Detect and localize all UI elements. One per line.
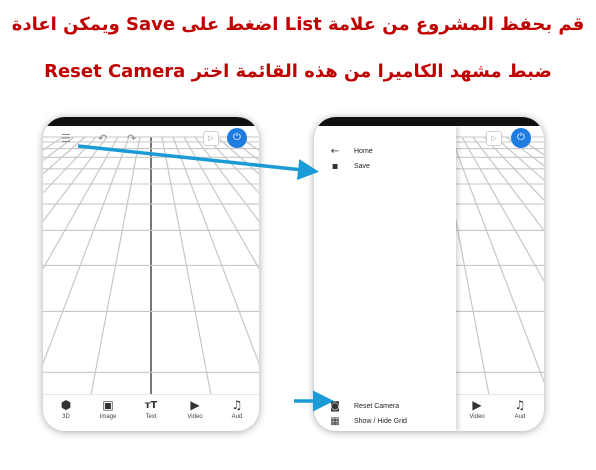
text-icon: тT: [144, 400, 158, 411]
menu-item-home[interactable]: ← Home: [314, 145, 456, 159]
music-icon: ♫: [231, 398, 243, 412]
video-icon: ▶: [190, 398, 200, 412]
bottom-item-text[interactable]: тT Text: [131, 398, 171, 422]
redo-icon[interactable]: ↷: [127, 132, 136, 146]
navigation-drawer: ← Home ▪ Save ◙ Reset Camera ▦ Show / Hi…: [314, 126, 456, 431]
bottom-item-audio[interactable]: ♫ Aud: [217, 398, 257, 422]
bottom-item-image[interactable]: ▣ Image: [88, 398, 128, 422]
menu-item-show-hide-grid[interactable]: ▦ Show / Hide Grid: [314, 415, 456, 429]
menu-icon[interactable]: ☰: [61, 132, 71, 146]
caption-line-1: قم بحفظ المشروع من علامة List اضغط على S…: [11, 14, 585, 35]
menu-item-save[interactable]: ▪ Save: [314, 160, 456, 174]
grid-icon: ▦: [330, 416, 340, 427]
image-icon: ▣: [102, 398, 114, 412]
bottom-item-label: Aud: [231, 414, 243, 420]
undo-icon[interactable]: ↶: [98, 132, 107, 146]
music-icon: ♫: [514, 398, 526, 412]
editor-toolbar: ☰ ↶ ↷ ▷ ⏻: [43, 126, 259, 154]
bottom-toolbar: ⬢ 3D ▣ Image тT Text ▶ Video ♫ Aud: [43, 394, 259, 431]
bottom-item-3d[interactable]: ⬢ 3D: [46, 398, 86, 422]
bottom-item-label: Image: [99, 414, 117, 420]
3d-grid-floor: [43, 136, 259, 396]
bottom-item-label: Video: [469, 414, 485, 420]
bottom-item-label: Text: [145, 414, 157, 420]
menu-item-label: Show / Hide Grid: [354, 418, 407, 425]
video-icon: ▶: [472, 398, 482, 412]
bottom-item-video[interactable]: ▶ Video: [175, 398, 215, 422]
save-icon: ▪: [331, 161, 339, 172]
caption-line-2: ضبط مشهد الكاميرا من هذه القائمة اختر Re…: [44, 61, 552, 82]
power-icon[interactable]: ⏻: [227, 128, 247, 148]
menu-item-label: Save: [354, 163, 370, 170]
back-arrow-icon: ←: [330, 146, 340, 157]
bottom-item-video[interactable]: ▶ Video: [457, 398, 497, 422]
bottom-item-audio[interactable]: ♫ Aud: [500, 398, 540, 422]
menu-item-label: Reset Camera: [354, 403, 400, 410]
bottom-item-label: Video: [187, 414, 203, 420]
menu-item-label: Home: [354, 148, 373, 155]
phone-screenshot-menu-open: ▷ ⏻ ▶ Video ♫ Aud ← Home ▪ Save ◙ Reset …: [314, 117, 544, 431]
bottom-item-label: 3D: [62, 414, 70, 420]
phone-screenshot-editor: ☰ ↶ ↷ ▷ ⏻ ⬢ 3D ▣ Image тT Text ▶ Video ♫…: [43, 117, 259, 431]
play-icon[interactable]: ▷: [486, 131, 502, 146]
menu-item-reset-camera[interactable]: ◙ Reset Camera: [314, 400, 456, 414]
power-icon[interactable]: ⏻: [511, 128, 531, 148]
cube-icon: ⬢: [60, 398, 72, 412]
play-icon[interactable]: ▷: [203, 131, 219, 146]
camera-icon: ◙: [330, 401, 340, 412]
bottom-item-label: Aud: [514, 414, 526, 420]
